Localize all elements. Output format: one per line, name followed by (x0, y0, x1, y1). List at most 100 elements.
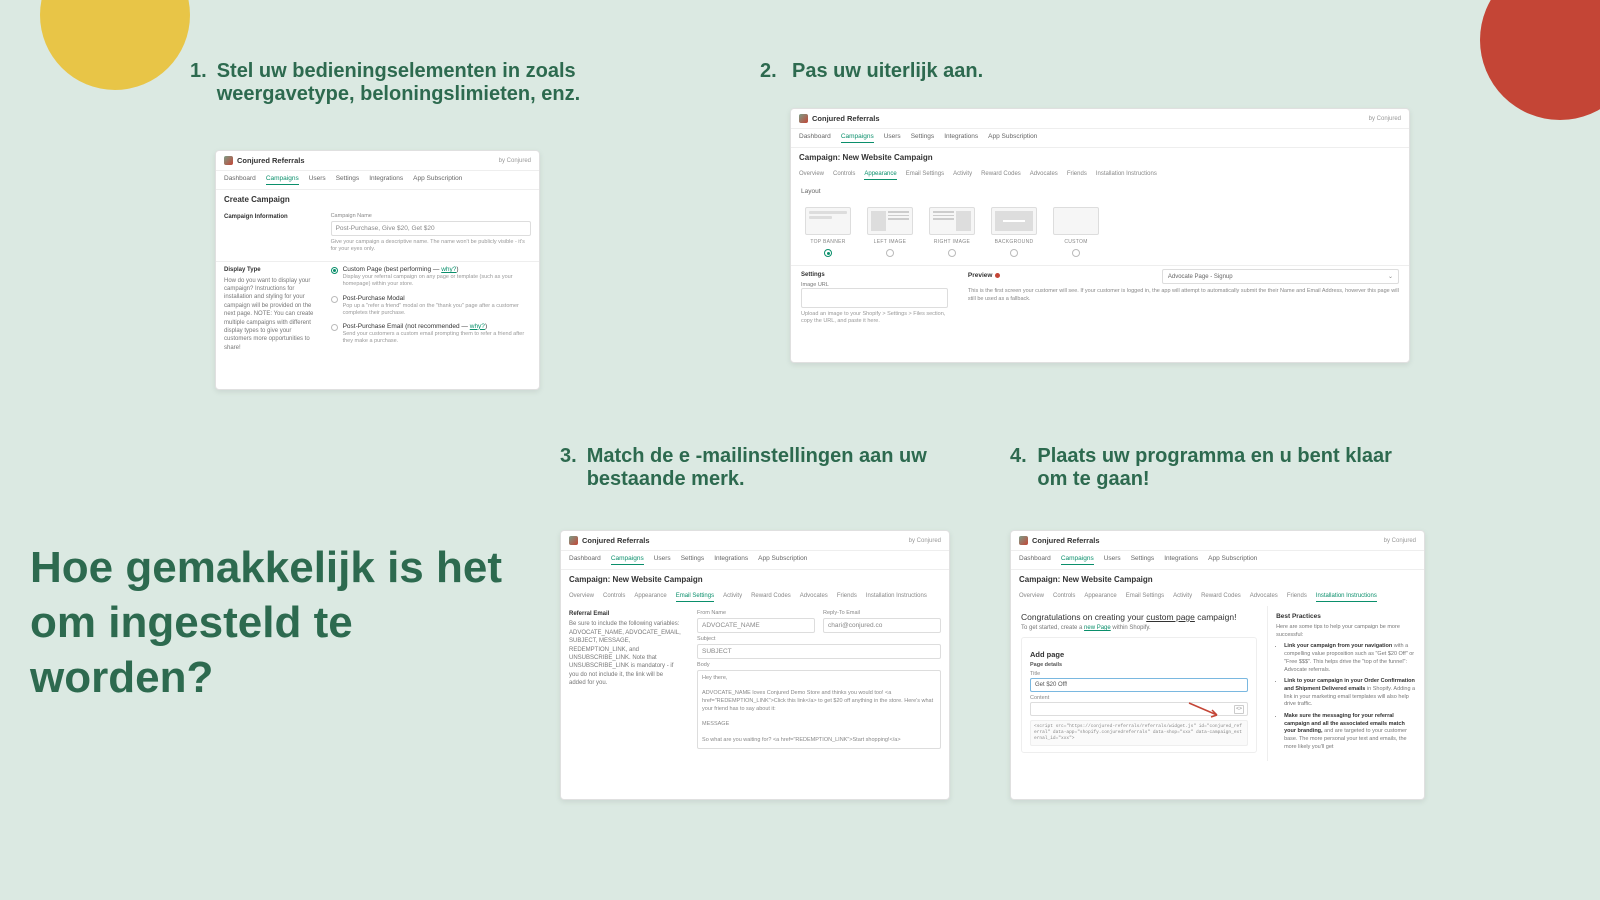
subnav-overview[interactable]: Overview (799, 171, 824, 180)
why-link[interactable]: why? (441, 266, 456, 273)
subnav-friends[interactable]: Friends (1067, 171, 1087, 180)
nav-campaigns[interactable]: Campaigns (611, 555, 644, 565)
subnav-appearance[interactable]: Appearance (634, 593, 666, 602)
page-title-input[interactable]: Get $20 Off! (1030, 678, 1248, 692)
subnav-overview[interactable]: Overview (569, 593, 594, 602)
subnav-controls[interactable]: Controls (1053, 593, 1075, 602)
nav-integrations[interactable]: Integrations (1164, 555, 1198, 565)
image-url-input[interactable] (801, 288, 948, 308)
radio-icon (824, 249, 832, 257)
subnav-controls[interactable]: Controls (833, 171, 855, 180)
display-type-option[interactable]: Custom Page (best performing — why?) Dis… (331, 266, 531, 288)
display-type-desc: How do you want to display your campaign… (224, 277, 315, 353)
nav-settings[interactable]: Settings (681, 555, 705, 565)
layout-option-right-image[interactable]: RIGHT IMAGE (927, 207, 977, 257)
nav-users[interactable]: Users (884, 133, 901, 143)
radio-icon (1072, 249, 1080, 257)
subnav-appearance[interactable]: Appearance (864, 171, 896, 180)
page-details-label: Page details (1030, 662, 1248, 668)
nav-dashboard[interactable]: Dashboard (1019, 555, 1051, 565)
best-practice-item: Link your campaign from your navigation … (1284, 643, 1416, 674)
preview-page-select[interactable]: Advocate Page - Signup⌄ (1162, 269, 1399, 284)
referral-email-desc: Be sure to include the following variabl… (569, 620, 681, 687)
nav-integrations[interactable]: Integrations (944, 133, 978, 143)
campaign-name-input[interactable]: Post-Purchase, Give $20, Get $20 (331, 221, 531, 236)
layout-preview-icon (1053, 207, 1099, 235)
subnav-reward-codes[interactable]: Reward Codes (981, 171, 1021, 180)
nav-app-subscription[interactable]: App Subscription (1208, 555, 1257, 565)
radio-icon (948, 249, 956, 257)
new-page-link[interactable]: new Page (1084, 625, 1111, 631)
subnav-email-settings[interactable]: Email Settings (1126, 593, 1164, 602)
nav-users[interactable]: Users (654, 555, 671, 565)
radio-icon (1010, 249, 1018, 257)
subnav-reward-codes[interactable]: Reward Codes (751, 593, 791, 602)
logo-icon (1019, 536, 1028, 545)
subnav-email-settings[interactable]: Email Settings (906, 171, 944, 180)
layout-preview-icon (805, 207, 851, 235)
nav-app-subscription[interactable]: App Subscription (413, 175, 462, 185)
best-practice-item: Link to your campaign in your Order Conf… (1284, 678, 1416, 709)
best-practices-intro: Here are some tips to help your campaign… (1276, 624, 1416, 639)
display-type-option[interactable]: Post-Purchase Modal Pop up a "refer a fr… (331, 295, 531, 317)
nav-integrations[interactable]: Integrations (369, 175, 403, 185)
subnav-installation-instructions[interactable]: Installation Instructions (1096, 171, 1157, 180)
nav-settings[interactable]: Settings (911, 133, 935, 143)
code-toggle-icon[interactable]: <> (1234, 705, 1244, 714)
main-nav: Dashboard Campaigns Users Settings Integ… (561, 551, 949, 570)
subnav-friends[interactable]: Friends (837, 593, 857, 602)
from-name-input[interactable]: ADVOCATE_NAME (697, 618, 815, 633)
nav-settings[interactable]: Settings (1131, 555, 1155, 565)
body-textarea[interactable]: Hey there, ADVOCATE_NAME loves Conjured … (697, 670, 941, 749)
arrow-icon (1187, 701, 1223, 719)
by-text: by Conjured (1384, 538, 1416, 544)
layout-option-left-image[interactable]: LEFT IMAGE (865, 207, 915, 257)
display-type-option[interactable]: Post-Purchase Email (not recommended — w… (331, 323, 531, 345)
layout-option-background[interactable]: BACKGROUND (989, 207, 1039, 257)
nav-settings[interactable]: Settings (336, 175, 360, 185)
step-4-label: 4. Plaats uw programma en u bent klaar o… (1010, 445, 1410, 491)
logo-icon (224, 156, 233, 165)
subnav-activity[interactable]: Activity (953, 171, 972, 180)
layout-preview-icon (929, 207, 975, 235)
subnav-advocates[interactable]: Advocates (1030, 171, 1058, 180)
subnav-installation-instructions[interactable]: Installation Instructions (866, 593, 927, 602)
nav-app-subscription[interactable]: App Subscription (988, 133, 1037, 143)
subnav-activity[interactable]: Activity (1173, 593, 1192, 602)
subnav-friends[interactable]: Friends (1287, 593, 1307, 602)
screenshot-appearance: Conjured Referrals by Conjured Dashboard… (790, 108, 1410, 363)
subnav-installation-instructions[interactable]: Installation Instructions (1316, 593, 1377, 602)
nav-app-subscription[interactable]: App Subscription (758, 555, 807, 565)
layout-heading: Layout (791, 184, 1409, 199)
nav-campaigns[interactable]: Campaigns (1061, 555, 1094, 565)
nav-users[interactable]: Users (309, 175, 326, 185)
subnav-advocates[interactable]: Advocates (1250, 593, 1278, 602)
nav-campaigns[interactable]: Campaigns (266, 175, 299, 185)
nav-integrations[interactable]: Integrations (714, 555, 748, 565)
subnav-email-settings[interactable]: Email Settings (676, 593, 714, 602)
preview-desc: This is the first screen your customer w… (968, 288, 1399, 303)
from-name-label: From Name (697, 610, 815, 616)
nav-dashboard[interactable]: Dashboard (569, 555, 601, 565)
nav-dashboard[interactable]: Dashboard (224, 175, 256, 185)
subnav-reward-codes[interactable]: Reward Codes (1201, 593, 1241, 602)
radio-icon (331, 296, 338, 303)
campaign-info-label: Campaign Information (224, 213, 315, 221)
why-link[interactable]: why? (470, 323, 485, 330)
subnav-appearance[interactable]: Appearance (1084, 593, 1116, 602)
screenshot-email-settings: Conjured Referrals by Conjured Dashboard… (560, 530, 950, 800)
nav-dashboard[interactable]: Dashboard (799, 133, 831, 143)
display-type-label: Display Type (224, 266, 315, 274)
reply-to-input[interactable]: chari@conjured.co (823, 618, 941, 633)
subnav-overview[interactable]: Overview (1019, 593, 1044, 602)
image-url-hint: Upload an image to your Shopify > Settin… (801, 311, 948, 325)
subnav-controls[interactable]: Controls (603, 593, 625, 602)
nav-users[interactable]: Users (1104, 555, 1121, 565)
subject-input[interactable]: SUBJECT (697, 644, 941, 659)
nav-campaigns[interactable]: Campaigns (841, 133, 874, 143)
subnav-advocates[interactable]: Advocates (800, 593, 828, 602)
layout-option-top-banner[interactable]: TOP BANNER (803, 207, 853, 257)
layout-option-custom[interactable]: CUSTOM (1051, 207, 1101, 257)
subnav-activity[interactable]: Activity (723, 593, 742, 602)
subject-label: Subject (697, 636, 941, 642)
